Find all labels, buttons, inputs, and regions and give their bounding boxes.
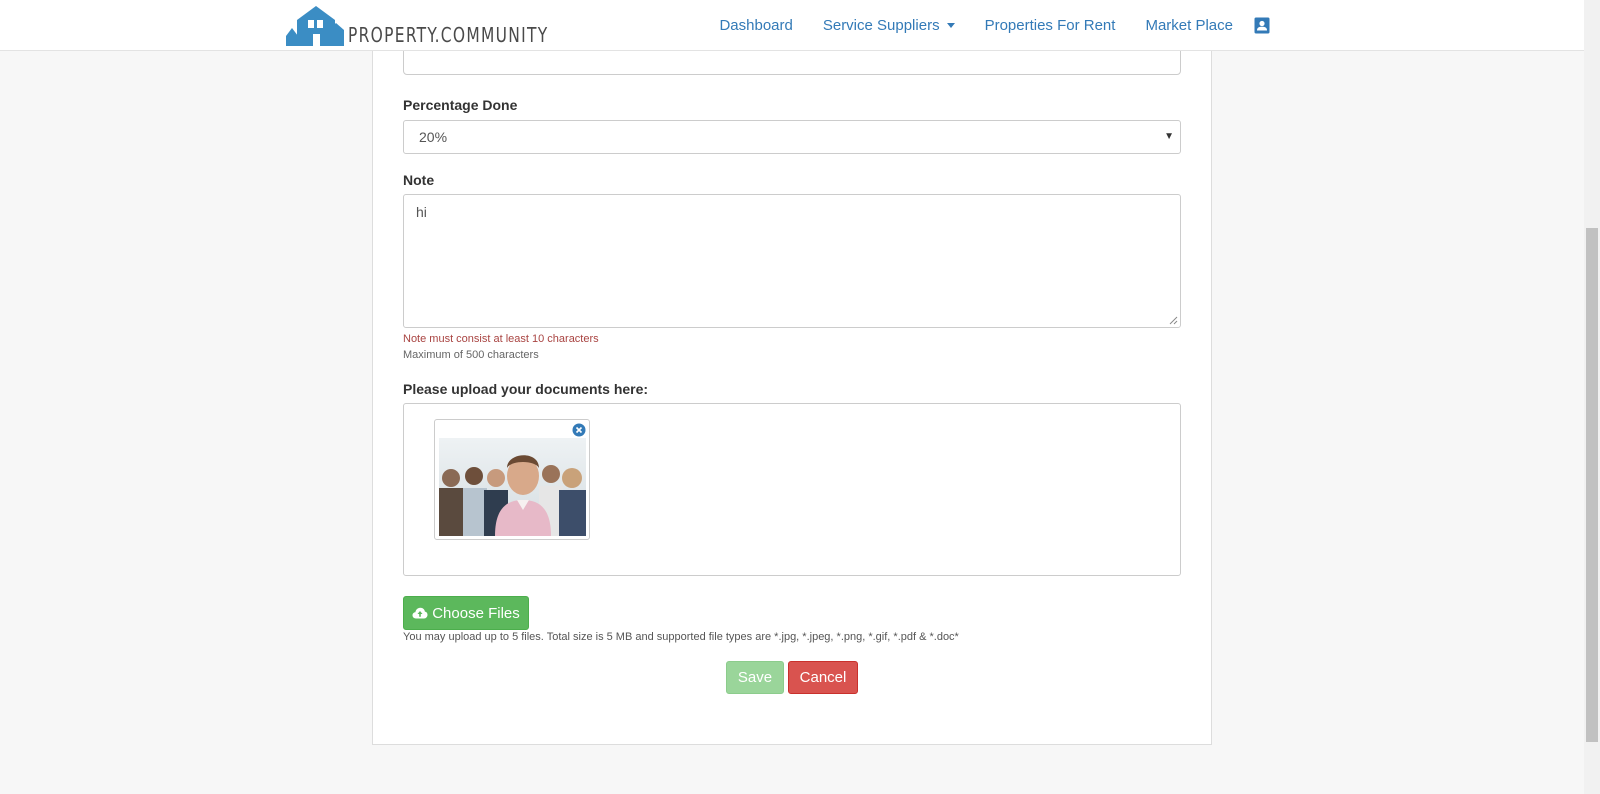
houses-logo-icon — [286, 6, 344, 46]
note-error-message: Note must consist at least 10 characters — [403, 333, 599, 345]
percentage-done-select[interactable]: 20% ▼ — [403, 120, 1181, 154]
upload-label: Please upload your documents here: — [403, 381, 649, 397]
scrollbar-thumb[interactable] — [1586, 228, 1598, 742]
caret-down-icon — [946, 22, 955, 28]
nav-menu: Dashboard Service Suppliers Properties F… — [704, 0, 1278, 50]
nav-dashboard[interactable]: Dashboard — [704, 17, 807, 34]
nav-properties-for-rent[interactable]: Properties For Rent — [970, 17, 1131, 34]
contact-card-icon — [1254, 17, 1270, 33]
top-navbar: PROPERTY.COMMUNITY Dashboard Service Sup… — [0, 0, 1584, 51]
page-scrollbar[interactable] — [1584, 0, 1600, 794]
resize-grip-icon[interactable] — [1169, 316, 1178, 325]
upload-dropzone[interactable] — [403, 403, 1181, 576]
percentage-done-label: Percentage Done — [403, 97, 518, 113]
upload-constraints-text: You may upload up to 5 files. Total size… — [403, 631, 959, 643]
choose-files-label: Choose Files — [432, 604, 520, 622]
nav-market-place[interactable]: Market Place — [1130, 17, 1248, 34]
profile-button[interactable] — [1248, 17, 1278, 34]
save-button[interactable]: Save — [726, 661, 784, 694]
choose-files-button[interactable]: Choose Files — [403, 596, 529, 630]
cloud-upload-icon — [412, 607, 428, 619]
brand-name: PROPERTY.COMMUNITY — [348, 23, 549, 47]
remove-circle-icon[interactable] — [572, 423, 586, 437]
note-value: hi — [416, 204, 427, 220]
percentage-done-value: 20% — [419, 129, 448, 145]
uploaded-photo — [439, 438, 586, 536]
note-textarea[interactable]: hi — [403, 194, 1181, 328]
cancel-button[interactable]: Cancel — [788, 661, 858, 694]
uploaded-file-thumbnail — [434, 419, 590, 540]
note-help-text: Maximum of 500 characters — [403, 349, 539, 361]
nav-service-suppliers[interactable]: Service Suppliers — [808, 17, 970, 34]
brand[interactable]: PROPERTY.COMMUNITY — [286, 4, 581, 46]
nav-service-suppliers-label: Service Suppliers — [822, 16, 940, 34]
note-label: Note — [403, 172, 435, 188]
dropdown-arrow-icon: ▼ — [1164, 131, 1174, 142]
